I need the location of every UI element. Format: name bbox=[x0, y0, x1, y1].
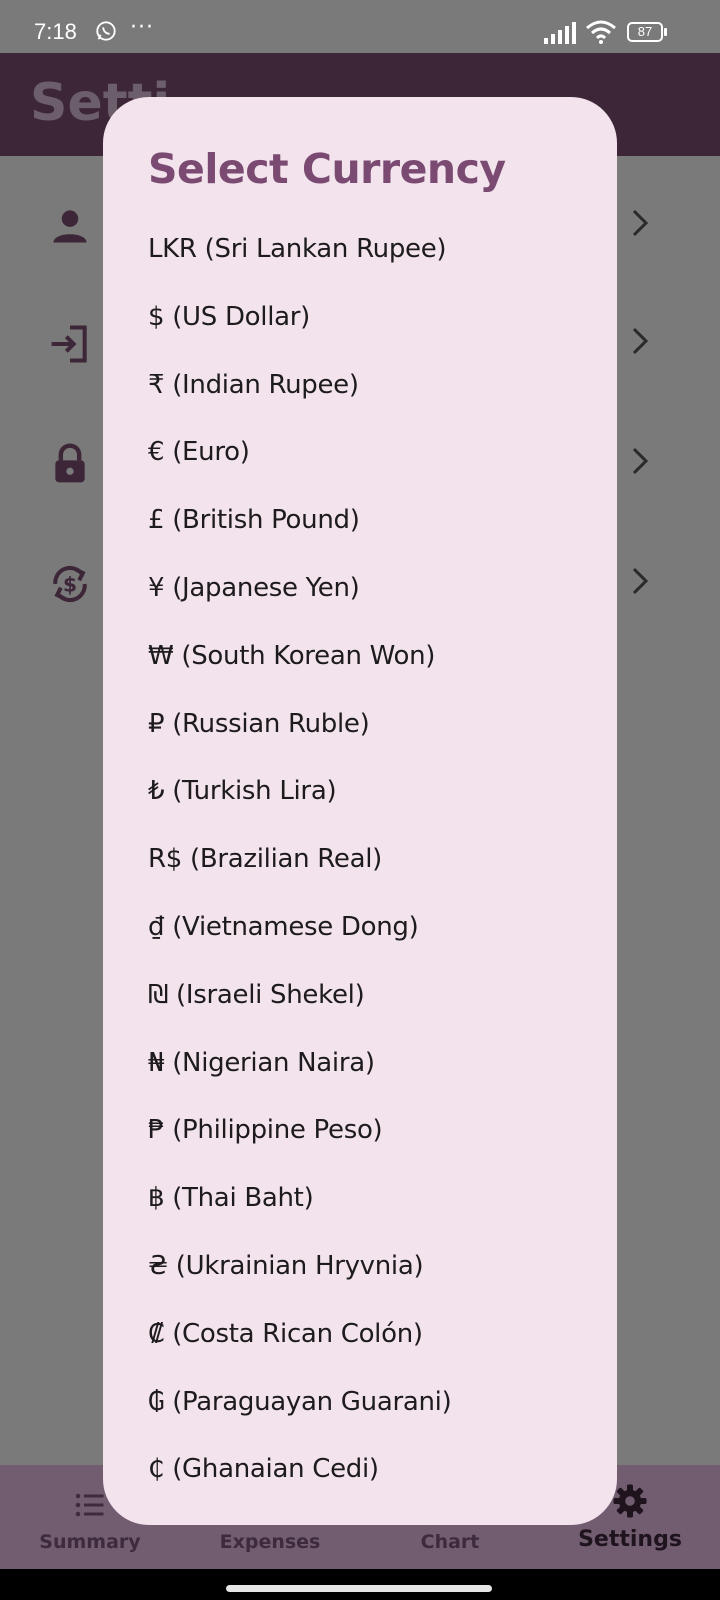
nav-label-settings: Settings bbox=[578, 1527, 682, 1552]
chevron-right-icon bbox=[632, 327, 649, 355]
currency-option[interactable]: ₽ (Russian Ruble) bbox=[148, 707, 598, 775]
chevron-right-icon bbox=[632, 209, 649, 237]
currency-exchange-icon: $ bbox=[53, 565, 87, 603]
gesture-handle[interactable] bbox=[226, 1585, 492, 1592]
battery-icon: 87 bbox=[627, 22, 663, 42]
currency-option[interactable]: ₴ (Ukrainian Hryvnia) bbox=[148, 1249, 598, 1317]
currency-option[interactable]: ₺ (Turkish Lira) bbox=[148, 774, 598, 842]
dialog-title: Select Currency bbox=[148, 145, 506, 193]
status-time: 7:18 bbox=[34, 19, 77, 44]
currency-option[interactable]: ¥ (Japanese Yen) bbox=[148, 571, 598, 639]
lock-icon bbox=[55, 443, 85, 483]
chevron-right-icon bbox=[632, 447, 649, 475]
svg-text:$: $ bbox=[63, 572, 77, 596]
currency-option[interactable]: £ (British Pound) bbox=[148, 503, 598, 571]
currency-option[interactable]: ₦ (Nigerian Naira) bbox=[148, 1046, 598, 1114]
currency-option[interactable]: ₱ (Philippine Peso) bbox=[148, 1113, 598, 1181]
currency-option[interactable]: R$ (Brazilian Real) bbox=[148, 842, 598, 910]
currency-option[interactable]: ₩ (South Korean Won) bbox=[148, 639, 598, 707]
currency-option[interactable]: ₲ (Paraguayan Guarani) bbox=[148, 1385, 598, 1453]
currency-option[interactable]: ₡ (Costa Rican Colón) bbox=[148, 1317, 598, 1385]
nav-label-expenses: Expenses bbox=[219, 1531, 321, 1553]
currency-option[interactable]: ₵ (Ghanaian Cedi) bbox=[148, 1452, 598, 1520]
currency-option[interactable]: $ (US Dollar) bbox=[148, 300, 598, 368]
select-currency-dialog: Select Currency LKR (Sri Lankan Rupee) $… bbox=[103, 97, 617, 1525]
currency-option[interactable]: ₪ (Israeli Shekel) bbox=[148, 978, 598, 1046]
currency-option[interactable]: € (Euro) bbox=[148, 435, 598, 503]
signal-icon bbox=[544, 22, 576, 44]
more-notifications-indicator: ··· bbox=[130, 15, 154, 40]
battery-tip bbox=[664, 28, 667, 36]
status-bar: 7:18 ··· 87 bbox=[0, 0, 720, 53]
nav-label-summary: Summary bbox=[39, 1531, 141, 1553]
battery-level: 87 bbox=[637, 24, 653, 39]
person-icon bbox=[53, 210, 87, 243]
chevron-right-icon bbox=[632, 567, 649, 595]
nav-label-chart: Chart bbox=[420, 1531, 480, 1553]
currency-option[interactable]: ₹ (Indian Rupee) bbox=[148, 368, 598, 436]
login-icon bbox=[51, 325, 87, 363]
currency-option[interactable]: LKR (Sri Lankan Rupee) bbox=[148, 232, 598, 300]
currency-options-list: LKR (Sri Lankan Rupee) $ (US Dollar) ₹ (… bbox=[148, 232, 598, 1520]
gear-icon bbox=[613, 1484, 647, 1518]
currency-option[interactable]: ฿ (Thai Baht) bbox=[148, 1181, 598, 1249]
wifi-icon bbox=[586, 20, 616, 44]
list-icon bbox=[75, 1493, 104, 1517]
currency-option[interactable]: ₫ (Vietnamese Dong) bbox=[148, 910, 598, 978]
whatsapp-icon bbox=[96, 21, 116, 41]
